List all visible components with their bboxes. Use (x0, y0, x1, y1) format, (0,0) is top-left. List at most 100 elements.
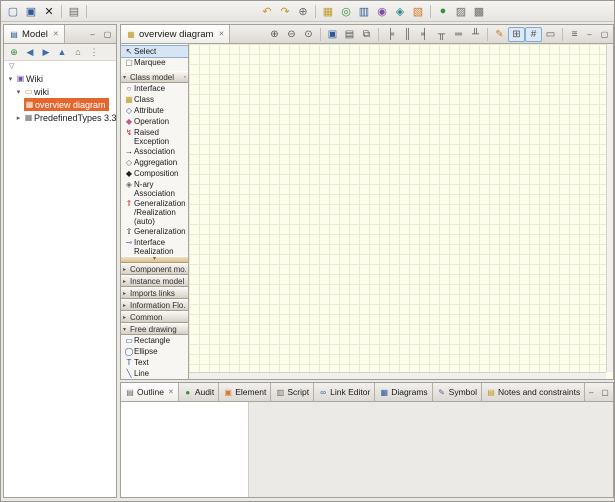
tab-outline[interactable]: ▤ Outline ✕ (121, 383, 179, 401)
tab-script[interactable]: ▥ Script (271, 383, 314, 401)
format-style-icon[interactable]: ✎ (491, 27, 508, 42)
expander-icon[interactable]: ▾ (14, 88, 23, 96)
palette-item-composition[interactable]: ◆ Composition (121, 168, 188, 179)
palette-item-operation[interactable]: ◆ Operation (121, 116, 188, 127)
new-element-icon[interactable]: ⊕ (6, 45, 22, 60)
palette-scroll-indicator[interactable]: ▾ (121, 256, 188, 263)
palette-item-attribute[interactable]: ◇ Attribute (121, 105, 188, 116)
diagram-canvas[interactable] (189, 44, 606, 372)
home-icon[interactable]: ⌂ (70, 45, 86, 60)
new-use-case-diagram-icon[interactable]: ◎ (337, 3, 355, 20)
tree-item-overview-diagram[interactable]: ▦ overview diagram (4, 98, 116, 111)
tab-overview-diagram[interactable]: ▦ overview diagram ✕ (121, 25, 230, 43)
palette-item-line[interactable]: ╲ Line (121, 368, 188, 379)
page-bounds-icon[interactable]: ▭ (542, 27, 559, 42)
close-icon[interactable]: ✕ (53, 30, 59, 38)
align-bottom-icon[interactable]: ╨ (467, 27, 484, 42)
undo-icon[interactable]: ↶ (258, 3, 276, 20)
outline-view-content[interactable] (121, 402, 249, 497)
tab-audit[interactable]: ● Audit (179, 383, 219, 401)
palette-item-generalization[interactable]: ⇧ Generalization (121, 226, 188, 237)
tab-symbol[interactable]: ✎ Symbol (433, 383, 482, 401)
close-icon[interactable]: ✕ (168, 388, 174, 396)
palette-item-label: Generalization (134, 227, 186, 236)
palette-group-free-drawing[interactable]: ▾ Free drawing (121, 323, 188, 335)
palette-item-interface[interactable]: ○ Interface (121, 83, 188, 94)
expander-icon[interactable]: ▾ (6, 75, 15, 83)
palette-item-n-ary-association[interactable]: ◈ N-ary Association (121, 179, 188, 198)
tree-item-wiki-package[interactable]: ▾ ▭ wiki (4, 85, 116, 98)
console-icon[interactable]: ▨ (452, 3, 470, 20)
new-model-icon[interactable]: ▢ (4, 3, 22, 20)
maximize-icon[interactable]: ▢ (599, 386, 611, 399)
tab-diagrams[interactable]: ▦ Diagrams (375, 383, 432, 401)
tab-model[interactable]: ▤ Model ✕ (4, 25, 65, 43)
up-icon[interactable]: ▲ (54, 45, 70, 60)
new-activity-diagram-icon[interactable]: ◈ (391, 3, 409, 20)
minimize-icon[interactable]: – (585, 386, 597, 399)
zoom-out-icon[interactable]: ⊖ (283, 27, 300, 42)
palette-group-component-model[interactable]: ▸ Component mo... (121, 263, 188, 275)
palette-item-rectangle[interactable]: ▭ Rectangle (121, 335, 188, 346)
maximize-icon[interactable]: ▢ (101, 28, 114, 41)
tree-item-wiki-project[interactable]: ▾ ▣ Wiki (4, 72, 116, 85)
tab-notes-constraints[interactable]: ▤ Notes and constraints (482, 383, 585, 401)
zoom-in-icon[interactable]: ⊕ (266, 27, 283, 42)
save-icon[interactable]: ▣ (22, 3, 40, 20)
forward-icon[interactable]: ▶ (38, 45, 54, 60)
minimize-icon[interactable]: – (86, 28, 99, 41)
palette-item-aggregation[interactable]: ◇ Aggregation (121, 157, 188, 168)
palette-item-generalization-realization-auto[interactable]: ⇑ Generalization/Realization (auto) (121, 198, 188, 226)
align-center-icon[interactable]: ║ (399, 27, 416, 42)
expander-icon[interactable]: ▸ (14, 114, 23, 122)
snap-to-grid-icon[interactable]: ⊞ (508, 27, 525, 42)
audit-model-icon[interactable]: ● (434, 3, 452, 20)
palette-group-class-model[interactable]: ▾ Class model ◦ (121, 71, 188, 83)
close-icon[interactable]: ✕ (218, 30, 224, 38)
palette-group-instance-model[interactable]: ▸ Instance model (121, 275, 188, 287)
palette-item-interface-realization[interactable]: ⊸ Interface Realization (121, 237, 188, 256)
print-icon[interactable]: ▤ (65, 3, 83, 20)
palette-item-raised-exception[interactable]: ↯ Raised Exception (121, 127, 188, 146)
zoom-fit-icon[interactable]: ⊙ (300, 27, 317, 42)
minimize-icon[interactable]: – (583, 28, 596, 41)
pin-icon[interactable]: ◦ (184, 74, 186, 81)
new-class-diagram-icon[interactable]: ▦ (319, 3, 337, 20)
palette-item-marquee[interactable]: ▢ Marquee (121, 57, 188, 68)
model-view-tabbar: ▤ Model ✕ – ▢ (4, 25, 116, 44)
modules-icon[interactable]: ▩ (470, 3, 488, 20)
properties-icon[interactable]: ≡ (566, 27, 583, 42)
zoom-icon[interactable]: ⊕ (294, 3, 312, 20)
palette-item-ellipse[interactable]: ◯ Ellipse (121, 346, 188, 357)
align-middle-icon[interactable]: ═ (450, 27, 467, 42)
new-deployment-diagram-icon[interactable]: ▧ (409, 3, 427, 20)
palette-item-select[interactable]: ↖ Select (121, 46, 188, 57)
save-as-image-icon[interactable]: ▣ (324, 27, 341, 42)
toolbar-overflow-chevron[interactable]: ▽ (4, 62, 116, 72)
print-diagram-icon[interactable]: ▤ (341, 27, 358, 42)
show-grid-icon[interactable]: # (525, 27, 542, 42)
tab-element[interactable]: ▣ Element (219, 383, 271, 401)
maximize-icon[interactable]: ▢ (598, 28, 611, 41)
align-right-icon[interactable]: ╡ (416, 27, 433, 42)
delete-icon[interactable]: ✕ (40, 3, 58, 20)
palette-item-class[interactable]: ▦ Class (121, 94, 188, 105)
palette-group-common[interactable]: ▸ Common (121, 311, 188, 323)
new-sequence-diagram-icon[interactable]: ▥ (355, 3, 373, 20)
toolbar-separator (61, 5, 62, 18)
align-top-icon[interactable]: ╥ (433, 27, 450, 42)
palette-group-information-flows[interactable]: ▸ Information Flo... (121, 299, 188, 311)
palette-item-text[interactable]: T Text (121, 357, 188, 368)
view-menu-icon[interactable]: ⋮ (86, 45, 102, 60)
palette-item-association[interactable]: → Association (121, 146, 188, 157)
horizontal-scrollbar[interactable] (189, 372, 606, 379)
tree-item-predefined-types[interactable]: ▸ ▦ PredefinedTypes 3.3.00 (4, 111, 116, 124)
copy-to-clipboard-icon[interactable]: ⧉ (358, 27, 375, 42)
new-state-diagram-icon[interactable]: ◉ (373, 3, 391, 20)
align-left-icon[interactable]: ╞ (382, 27, 399, 42)
back-icon[interactable]: ◀ (22, 45, 38, 60)
vertical-scrollbar[interactable] (606, 44, 613, 372)
palette-group-imports-links[interactable]: ▸ Imports links (121, 287, 188, 299)
tab-link-editor[interactable]: ∞ Link Editor (314, 383, 375, 401)
redo-icon[interactable]: ↷ (276, 3, 294, 20)
